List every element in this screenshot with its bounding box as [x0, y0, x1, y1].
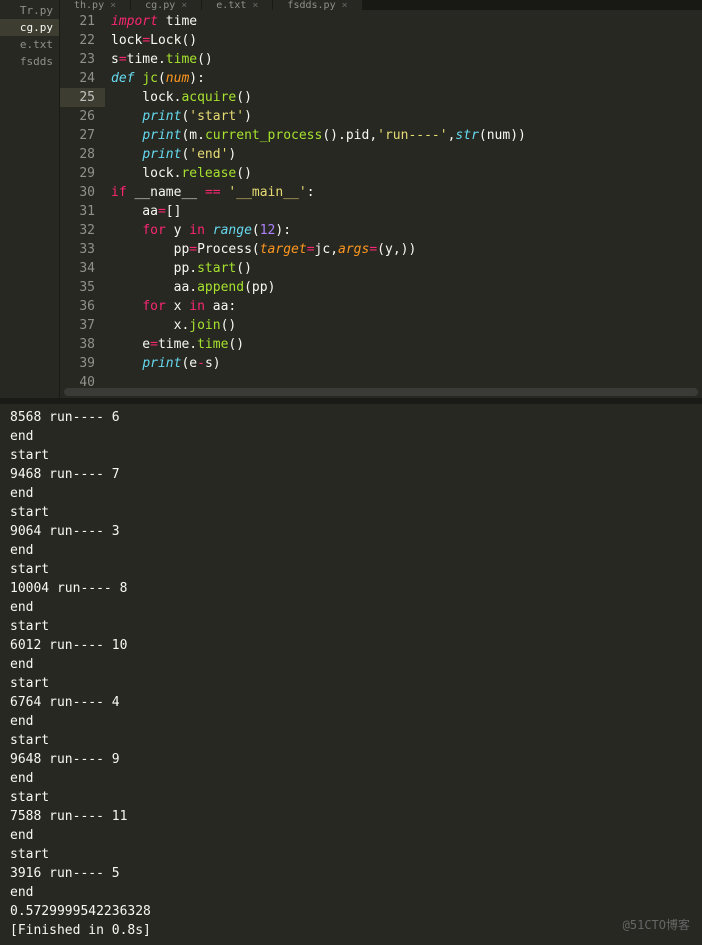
close-icon[interactable]: × — [181, 0, 187, 10]
line-number[interactable]: 27 — [60, 126, 105, 145]
close-icon[interactable]: × — [342, 0, 348, 10]
code-line[interactable]: aa.append(pp) — [111, 278, 702, 297]
sidebar-file[interactable]: cg.py — [0, 19, 59, 36]
console-line: end — [10, 883, 692, 902]
console-line: end — [10, 598, 692, 617]
console-line: end — [10, 484, 692, 503]
close-icon[interactable]: × — [110, 0, 116, 10]
output-console[interactable]: 8568 run---- 6endstart9468 run---- 7ends… — [0, 400, 702, 945]
line-number[interactable]: 25 — [60, 88, 105, 107]
code-line[interactable]: for y in range(12): — [111, 221, 702, 240]
close-icon[interactable]: × — [252, 0, 258, 10]
code-line[interactable]: print(e-s) — [111, 354, 702, 373]
console-line: 3916 run---- 5 — [10, 864, 692, 883]
tab-label: fsdds.py — [287, 0, 335, 10]
code-line[interactable]: lock.acquire() — [111, 88, 702, 107]
console-line: start — [10, 560, 692, 579]
console-line: start — [10, 845, 692, 864]
console-line: end — [10, 826, 692, 845]
console-line: 0.5729999542236328 — [10, 902, 692, 921]
code-area[interactable]: 2122232425262728293031323334353637383940… — [60, 10, 702, 386]
code-line[interactable]: for x in aa: — [111, 297, 702, 316]
console-line: 9648 run---- 9 — [10, 750, 692, 769]
tab-bar: th.py × cg.py × e.txt × fsdds.py × — [60, 0, 702, 10]
code-line[interactable]: pp=Process(target=jc,args=(y,)) — [111, 240, 702, 259]
line-number[interactable]: 22 — [60, 31, 105, 50]
console-line: start — [10, 674, 692, 693]
editor-tab[interactable]: th.py × — [60, 0, 131, 10]
line-number[interactable]: 28 — [60, 145, 105, 164]
line-number[interactable]: 39 — [60, 354, 105, 373]
editor-top-area: Tr.pycg.pye.txtfsdds th.py×cg.py×e.txt×f… — [0, 0, 702, 400]
console-line: end — [10, 541, 692, 560]
line-number[interactable]: 24 — [60, 69, 105, 88]
editor-area: th.py × cg.py × e.txt × fsdds.py × 212223242526… — [60, 0, 702, 398]
code-line[interactable] — [111, 373, 702, 386]
code-line[interactable]: lock.release() — [111, 164, 702, 183]
console-line: start — [10, 731, 692, 750]
line-number[interactable]: 21 — [60, 12, 105, 31]
watermark: @51CTO博客 — [623, 916, 690, 935]
code-line[interactable]: lock=Lock() — [111, 31, 702, 50]
code-content[interactable]: import timelock=Lock()s=time.time()def j… — [105, 10, 702, 386]
code-line[interactable]: x.join() — [111, 316, 702, 335]
sidebar-file[interactable]: Tr.py — [0, 2, 59, 19]
code-line[interactable]: aa=[] — [111, 202, 702, 221]
console-line: 8568 run---- 6 — [10, 408, 692, 427]
line-number[interactable]: 37 — [60, 316, 105, 335]
line-number[interactable]: 36 — [60, 297, 105, 316]
code-line[interactable]: print('start') — [111, 107, 702, 126]
editor-tab[interactable]: e.txt × — [202, 0, 273, 10]
console-line: [Finished in 0.8s] — [10, 921, 692, 940]
tab-label: e.txt — [216, 0, 246, 10]
line-number[interactable]: 23 — [60, 50, 105, 69]
code-line[interactable]: print(m.current_process().pid,'run----',… — [111, 126, 702, 145]
console-line: 7588 run---- 11 — [10, 807, 692, 826]
line-number[interactable]: 30 — [60, 183, 105, 202]
code-line[interactable]: import time — [111, 12, 702, 31]
console-line: 6012 run---- 10 — [10, 636, 692, 655]
console-line: 6764 run---- 4 — [10, 693, 692, 712]
editor-tab[interactable]: fsdds.py × — [273, 0, 362, 10]
code-line[interactable]: print('end') — [111, 145, 702, 164]
line-number[interactable]: 29 — [60, 164, 105, 183]
console-line: start — [10, 446, 692, 465]
console-line: end — [10, 712, 692, 731]
sidebar-file[interactable]: e.txt — [0, 36, 59, 53]
code-line[interactable]: def jc(num): — [111, 69, 702, 88]
line-gutter: 2122232425262728293031323334353637383940 — [60, 10, 105, 386]
console-line: 10004 run---- 8 — [10, 579, 692, 598]
line-number[interactable]: 32 — [60, 221, 105, 240]
console-line: 9468 run---- 7 — [10, 465, 692, 484]
tab-label: cg.py — [145, 0, 175, 10]
console-line: start — [10, 503, 692, 522]
horizontal-scrollbar[interactable] — [64, 388, 698, 396]
console-line: start — [10, 788, 692, 807]
line-number[interactable]: 26 — [60, 107, 105, 126]
line-number[interactable]: 40 — [60, 373, 105, 386]
sidebar-file[interactable]: fsdds — [0, 53, 59, 70]
console-line: end — [10, 655, 692, 674]
code-line[interactable]: e=time.time() — [111, 335, 702, 354]
file-sidebar: Tr.pycg.pye.txtfsdds — [0, 0, 60, 398]
line-number[interactable]: 31 — [60, 202, 105, 221]
line-number[interactable]: 38 — [60, 335, 105, 354]
console-line: end — [10, 769, 692, 788]
console-line: start — [10, 617, 692, 636]
line-number[interactable]: 33 — [60, 240, 105, 259]
code-line[interactable]: s=time.time() — [111, 50, 702, 69]
line-number[interactable]: 34 — [60, 259, 105, 278]
tab-label: th.py — [74, 0, 104, 10]
console-line: end — [10, 427, 692, 446]
editor-tab[interactable]: cg.py × — [131, 0, 202, 10]
line-number[interactable]: 35 — [60, 278, 105, 297]
console-line: 9064 run---- 3 — [10, 522, 692, 541]
code-line[interactable]: pp.start() — [111, 259, 702, 278]
code-line[interactable]: if __name__ == '__main__': — [111, 183, 702, 202]
